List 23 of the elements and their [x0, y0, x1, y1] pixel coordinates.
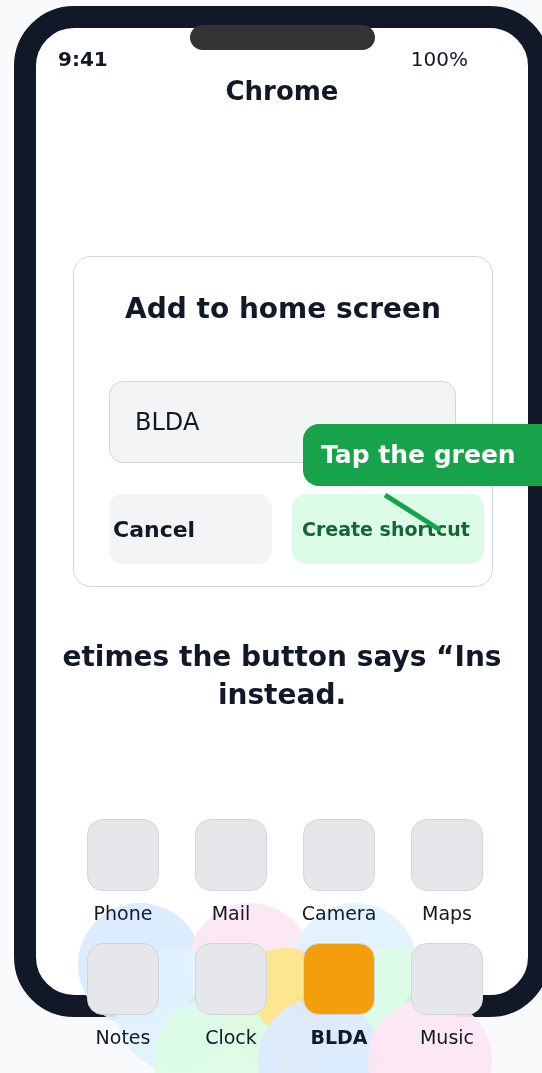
cancel-button[interactable]: Cancel — [109, 494, 272, 564]
app-icon[interactable] — [195, 943, 267, 1015]
app-icon[interactable] — [303, 819, 375, 891]
app-icon[interactable] — [411, 943, 483, 1015]
app-title: Chrome — [224, 75, 340, 107]
app-label: Camera — [301, 901, 377, 925]
tooltip: Tap the green — [303, 424, 542, 486]
battery-percentage: 100% — [410, 46, 468, 72]
app-label: Notes — [95, 1025, 151, 1049]
app-label: BLDA — [310, 1025, 368, 1049]
app-label: Phone — [93, 901, 153, 925]
app-label: Maps — [422, 901, 472, 925]
app-icon[interactable] — [303, 943, 375, 1015]
app-label: Clock — [205, 1025, 257, 1049]
dialog-title: Add to home screen — [124, 291, 442, 327]
app-icon[interactable] — [87, 819, 159, 891]
app-label: Mail — [211, 901, 251, 925]
app-icon[interactable] — [195, 819, 267, 891]
instruction-text: etimes the button says “Ins instead. — [61, 639, 503, 713]
app-label: Music — [419, 1025, 475, 1049]
app-icon[interactable] — [411, 819, 483, 891]
app-icon[interactable] — [87, 943, 159, 1015]
status-time: 9:41 — [58, 46, 108, 72]
